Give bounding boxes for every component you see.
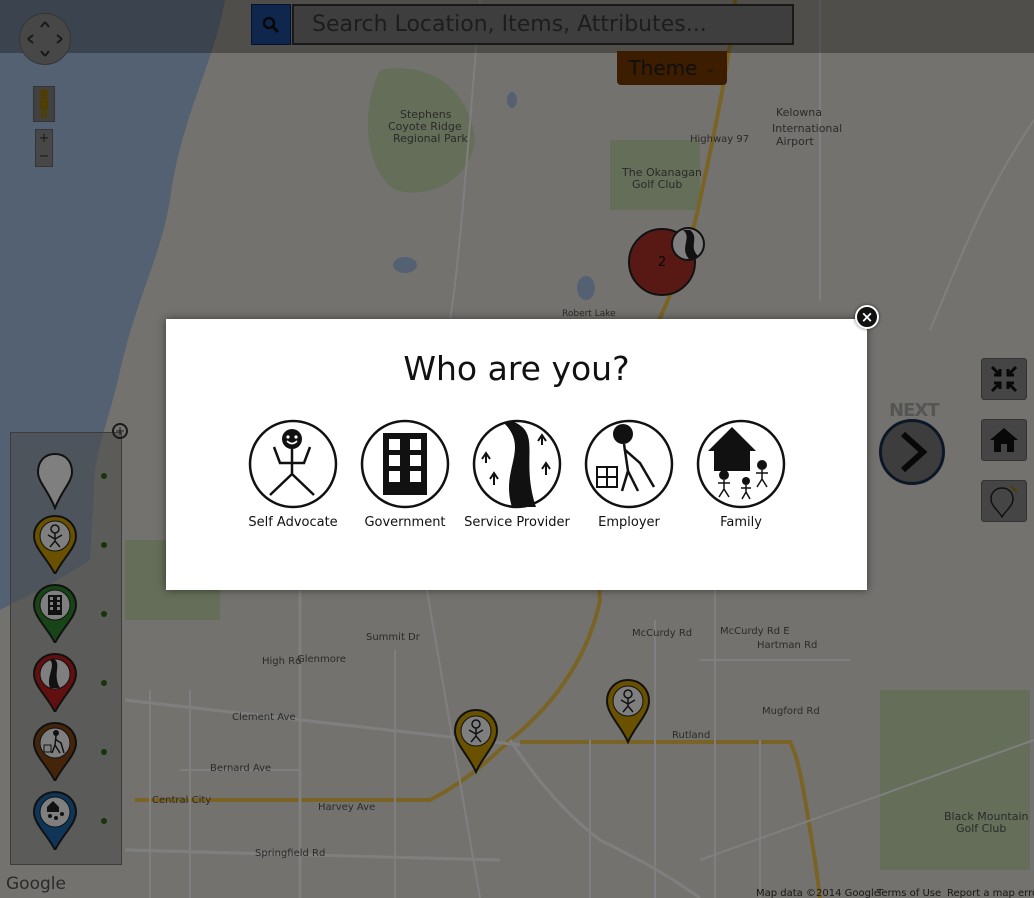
building-icon [360, 419, 450, 509]
option-government[interactable]: Government [349, 419, 461, 530]
house-family-icon [696, 419, 786, 509]
who-are-you-modal: Who are you? Self Advocate Government Se… [166, 319, 867, 590]
road-trees-icon [472, 419, 562, 509]
modal-title: Who are you? [403, 349, 630, 388]
option-self-advocate[interactable]: Self Advocate [237, 419, 349, 530]
option-label: Employer [598, 515, 660, 530]
stick-figure-smile-icon [248, 419, 338, 509]
option-label: Family [720, 515, 762, 530]
option-label: Self Advocate [248, 515, 338, 530]
worker-icon [584, 419, 674, 509]
option-service-provider[interactable]: Service Provider [461, 419, 573, 530]
close-icon[interactable]: × [855, 305, 879, 329]
option-family[interactable]: Family [685, 419, 797, 530]
option-label: Government [364, 515, 446, 530]
option-label: Service Provider [464, 515, 570, 530]
option-employer[interactable]: Employer [573, 419, 685, 530]
